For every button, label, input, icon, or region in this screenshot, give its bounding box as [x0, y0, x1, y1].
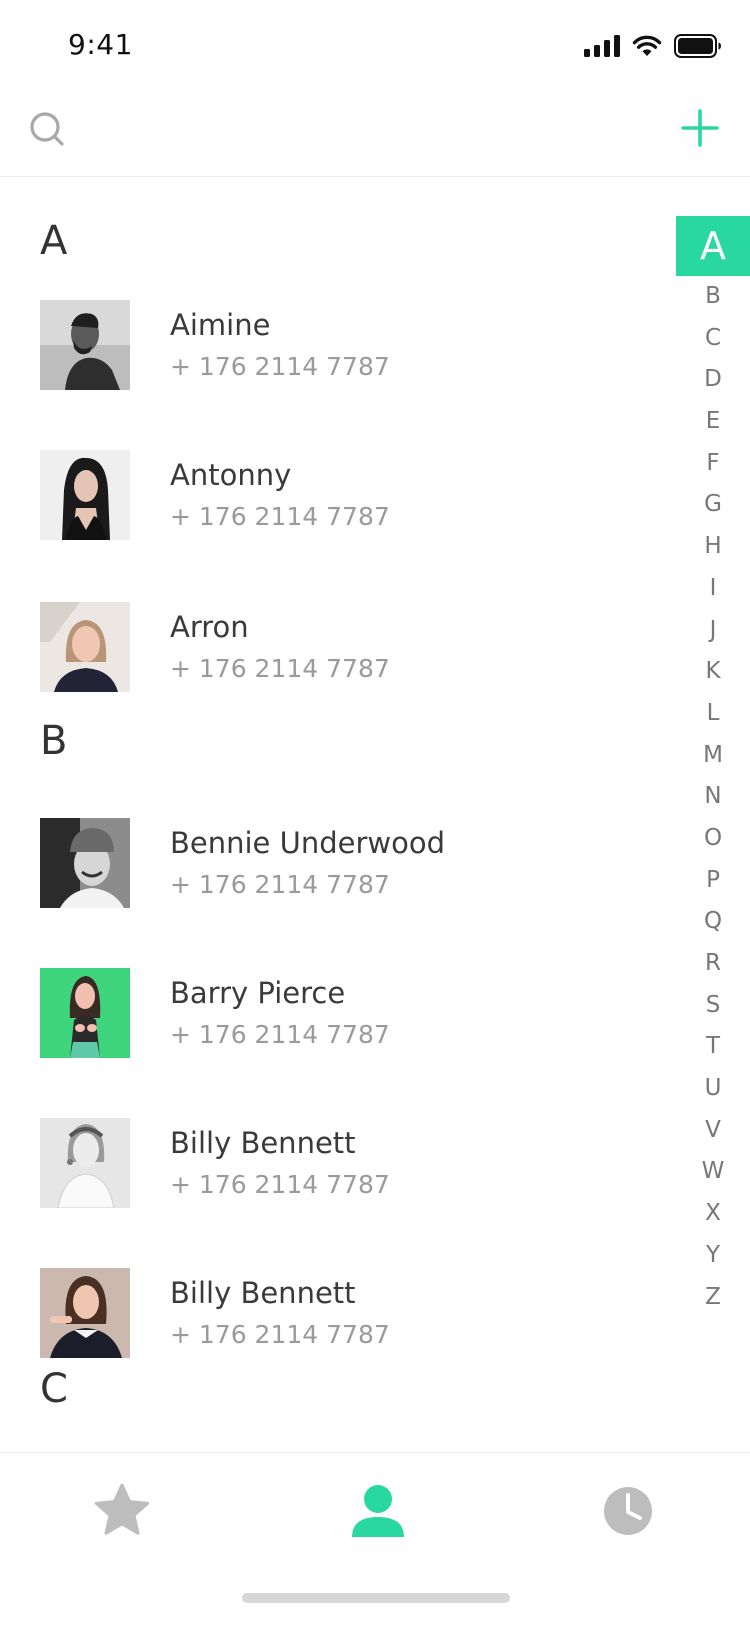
- search-icon[interactable]: [28, 110, 68, 150]
- avatar: [40, 602, 130, 692]
- section-header-b: B: [40, 718, 68, 764]
- avatar: [40, 1268, 130, 1358]
- alphabet-index-item[interactable]: A: [676, 216, 750, 276]
- alphabet-index-item[interactable]: N: [676, 776, 750, 818]
- alphabet-index-item[interactable]: L: [676, 693, 750, 735]
- person-icon: [352, 1485, 404, 1537]
- alphabet-index-item[interactable]: E: [676, 401, 750, 443]
- plus-icon[interactable]: [680, 108, 720, 148]
- alphabet-index-item[interactable]: U: [676, 1068, 750, 1110]
- alphabet-index-item[interactable]: C: [676, 318, 750, 360]
- tab-favorites[interactable]: [92, 1481, 152, 1541]
- status-time: 9:41: [68, 28, 133, 61]
- status-icons: [584, 32, 722, 60]
- contact-list[interactable]: A Aimine + 176 2114 7787 Antonny + 176 2…: [0, 176, 660, 1452]
- alphabet-index-item[interactable]: H: [676, 526, 750, 568]
- avatar: [40, 1118, 130, 1208]
- section-header-a: A: [40, 218, 68, 264]
- alphabet-index-item[interactable]: V: [676, 1110, 750, 1152]
- alphabet-index-item[interactable]: J: [676, 610, 750, 652]
- contact-phone: + 176 2114 7787: [170, 870, 390, 899]
- alphabet-index-item[interactable]: O: [676, 818, 750, 860]
- contact-phone: + 176 2114 7787: [170, 1020, 390, 1049]
- avatar: [40, 818, 130, 908]
- contact-phone: + 176 2114 7787: [170, 1320, 390, 1349]
- contact-name: Arron: [170, 610, 249, 644]
- alphabet-index-item[interactable]: W: [676, 1151, 750, 1193]
- status-bar: 9:41: [0, 0, 750, 96]
- contact-name: Billy Bennett: [170, 1276, 356, 1310]
- contact-name: Barry Pierce: [170, 976, 346, 1010]
- alphabet-index-item[interactable]: F: [676, 443, 750, 485]
- contact-phone: + 176 2114 7787: [170, 1170, 390, 1199]
- contact-name: Aimine: [170, 308, 271, 342]
- tab-contacts[interactable]: [348, 1481, 408, 1541]
- section-header-c: C: [40, 1366, 68, 1412]
- contact-row[interactable]: Antonny + 176 2114 7787: [40, 450, 640, 542]
- alphabet-index-item[interactable]: K: [676, 651, 750, 693]
- contact-name: Antonny: [170, 458, 292, 492]
- alphabet-index[interactable]: ABCDEFGHIJKLMNOPQRSTUVWXYZ: [676, 216, 750, 1318]
- alphabet-index-item[interactable]: T: [676, 1026, 750, 1068]
- contact-phone: + 176 2114 7787: [170, 352, 390, 381]
- contact-row[interactable]: Barry Pierce + 176 2114 7787: [40, 968, 640, 1060]
- alphabet-index-item[interactable]: S: [676, 985, 750, 1027]
- tab-recents[interactable]: [598, 1481, 658, 1541]
- contact-phone: + 176 2114 7787: [170, 654, 390, 683]
- alphabet-index-item[interactable]: Y: [676, 1235, 750, 1277]
- alphabet-index-item[interactable]: B: [676, 276, 750, 318]
- star-icon: [94, 1483, 150, 1535]
- alphabet-index-item[interactable]: M: [676, 735, 750, 777]
- contact-row[interactable]: Aimine + 176 2114 7787: [40, 300, 640, 392]
- cellular-signal-icon: [584, 35, 620, 57]
- alphabet-index-item[interactable]: P: [676, 860, 750, 902]
- contact-phone: + 176 2114 7787: [170, 502, 390, 531]
- contact-name: Billy Bennett: [170, 1126, 356, 1160]
- alphabet-index-item[interactable]: X: [676, 1193, 750, 1235]
- wifi-icon: [632, 35, 662, 57]
- alphabet-index-item[interactable]: Q: [676, 901, 750, 943]
- avatar: [40, 968, 130, 1058]
- alphabet-index-item[interactable]: I: [676, 568, 750, 610]
- contact-row[interactable]: Bennie Underwood + 176 2114 7787: [40, 818, 640, 910]
- contact-row[interactable]: Billy Bennett + 176 2114 7787: [40, 1268, 640, 1360]
- contact-row[interactable]: Billy Bennett + 176 2114 7787: [40, 1118, 640, 1210]
- alphabet-index-item[interactable]: G: [676, 484, 750, 526]
- contact-row[interactable]: Arron + 176 2114 7787: [40, 602, 640, 694]
- home-indicator: [242, 1593, 510, 1603]
- alphabet-index-item[interactable]: R: [676, 943, 750, 985]
- top-bar: [0, 96, 750, 177]
- alphabet-index-item[interactable]: Z: [676, 1277, 750, 1319]
- avatar: [40, 300, 130, 390]
- contact-name: Bennie Underwood: [170, 826, 446, 860]
- alphabet-index-item[interactable]: D: [676, 359, 750, 401]
- battery-icon: [674, 34, 722, 58]
- avatar: [40, 450, 130, 540]
- clock-icon: [604, 1487, 652, 1535]
